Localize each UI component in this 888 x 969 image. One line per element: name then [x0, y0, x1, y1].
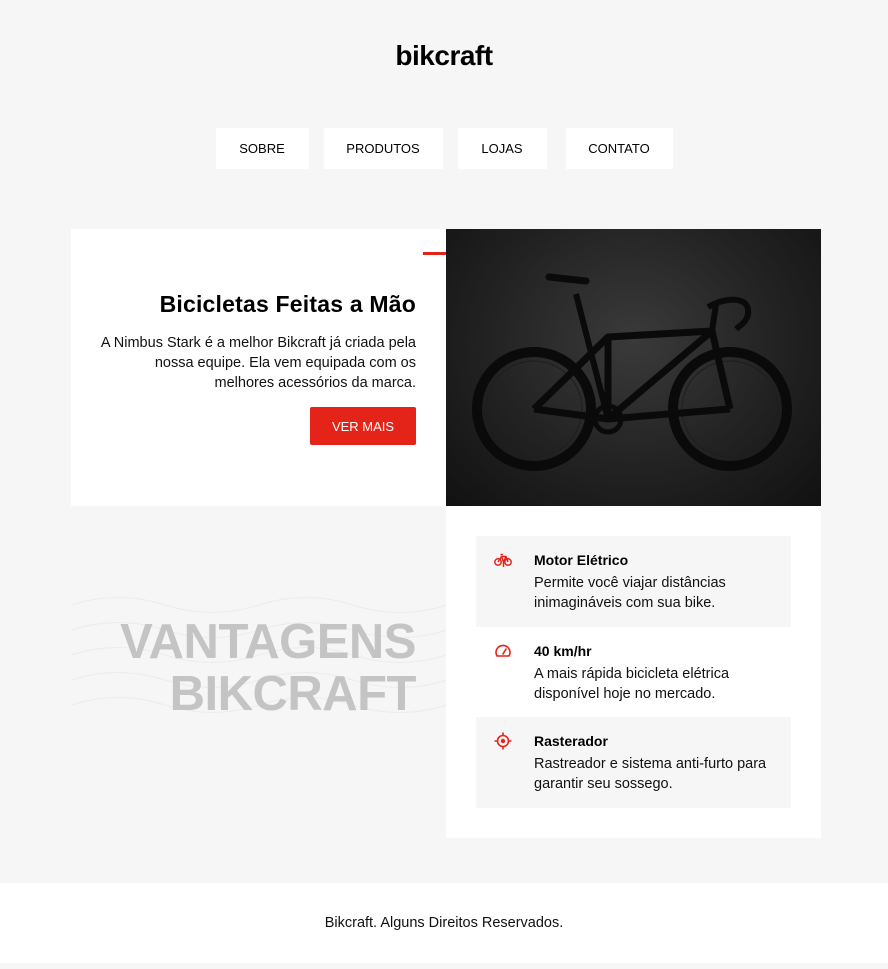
nav-link-contato[interactable]: CONTATO	[565, 128, 673, 169]
bicycle-illustration	[472, 273, 792, 471]
feature-item-speed: 40 km/hr A mais rápida bicicleta elétric…	[476, 627, 791, 718]
hero-description: A Nimbus Stark é a melhor Bikcraft já cr…	[100, 335, 416, 391]
feature-description: A mais rápida bicicleta elétrica disponí…	[534, 666, 730, 702]
footer-text: Bikcraft. Alguns Direitos Reservados.	[324, 915, 564, 931]
hero-title: Bicicletas Feitas a Mão	[159, 291, 416, 317]
vantagens-heading: VANTAGENS BIKCRAFT	[71, 616, 416, 720]
feature-description: Permite você viajar distâncias inimaginá…	[534, 575, 726, 611]
feature-item-rastreador: Rasterador Rastreador e sistema anti-fur…	[476, 717, 791, 808]
nav-link-produtos[interactable]: PRODUTOS	[323, 128, 443, 169]
feature-title: Rasterador	[534, 733, 608, 749]
vantagens-line-1: VANTAGENS	[120, 615, 416, 669]
feature-item-motor: Motor Elétrico Permite você viajar distâ…	[476, 536, 791, 627]
vantagens-line-2: BIKCRAFT	[169, 667, 417, 721]
main-nav: SOBRE PRODUTOS LOJAS CONTATO	[0, 128, 888, 169]
target-icon	[494, 732, 512, 750]
site-logo[interactable]: bikcraft	[0, 40, 888, 72]
ver-mais-button[interactable]: VER MAIS	[310, 407, 416, 445]
nav-link-lojas[interactable]: LOJAS	[457, 128, 547, 169]
nav-link-sobre[interactable]: SOBRE	[215, 128, 309, 169]
feature-title: Motor Elétrico	[534, 552, 629, 568]
bike-icon	[494, 553, 512, 567]
site-footer: Bikcraft. Alguns Direitos Reservados.	[0, 883, 888, 963]
feature-description: Rastreador e sistema anti-furto para gar…	[534, 756, 767, 792]
speedometer-icon	[495, 644, 511, 657]
feature-title: 40 km/hr	[534, 643, 592, 659]
bike-image	[446, 229, 821, 506]
